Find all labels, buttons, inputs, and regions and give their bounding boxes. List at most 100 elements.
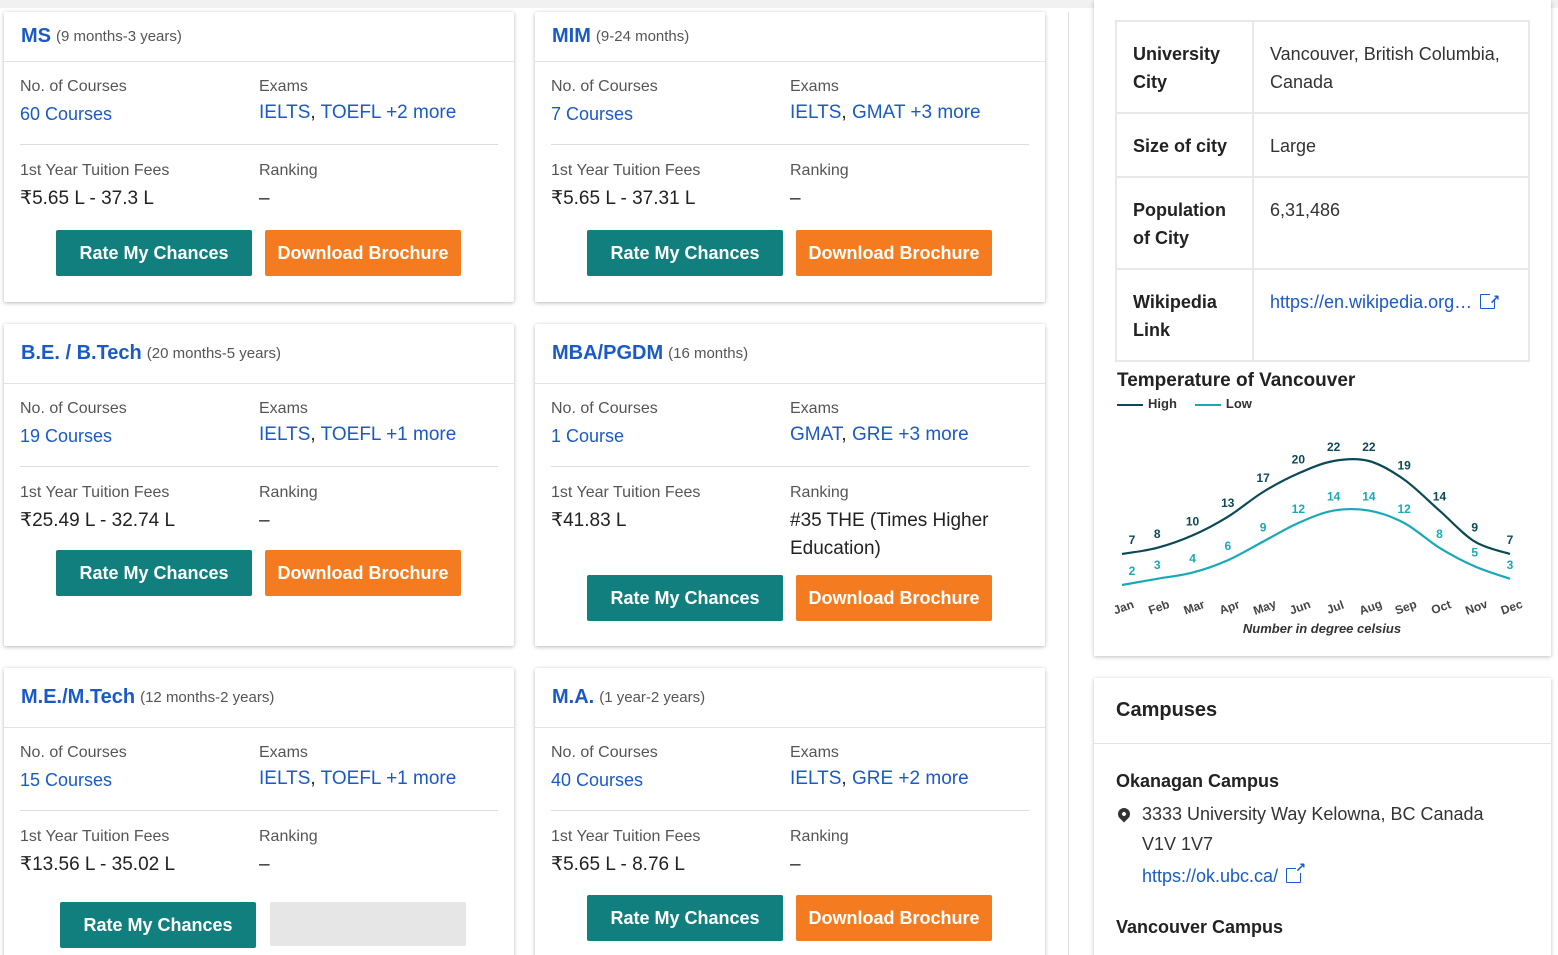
ranking-cell: Ranking – (259, 484, 489, 535)
exam-link[interactable]: IELTS (790, 768, 841, 789)
courses-count-link[interactable]: 60 Courses (20, 104, 127, 125)
courses-count-link[interactable]: 1 Course (551, 426, 658, 447)
exam-link[interactable]: GRE (852, 768, 893, 789)
courses-count-cell: No. of Courses 60 Courses (20, 78, 127, 125)
course-title[interactable]: M.A. (552, 686, 594, 709)
courses-count-link[interactable]: 40 Courses (551, 770, 658, 791)
info-key: Population of City (1115, 176, 1254, 270)
exam-link[interactable]: TOEFL (321, 102, 381, 123)
label-fees: 1st Year Tuition Fees (551, 162, 701, 179)
rate-my-chances-button[interactable]: Rate My Chances (60, 902, 256, 948)
label-exams: Exams (790, 744, 839, 761)
data-label: 2 (1129, 564, 1136, 578)
divider (551, 810, 1029, 811)
campus-url[interactable]: https://ok.ubc.ca/ (1142, 866, 1278, 886)
download-brochure-button[interactable]: Download Brochure (796, 895, 992, 941)
courses-count-link[interactable]: 7 Courses (551, 104, 658, 125)
exam-separator: , (841, 102, 852, 123)
ranking-cell: Ranking – (790, 828, 1020, 879)
label-exams: Exams (259, 744, 308, 761)
label-ranking: Ranking (259, 162, 318, 179)
divider (20, 466, 498, 467)
fees-cell: 1st Year Tuition Fees ₹5.65 L - 8.76 L (551, 828, 700, 876)
divider (20, 810, 498, 811)
data-label: 5 (1471, 545, 1478, 559)
info-key: Wikipedia Link (1115, 268, 1254, 362)
course-duration: (16 months) (668, 345, 749, 362)
ranking-cell: Ranking – (259, 162, 489, 213)
legend-high-swatch (1117, 403, 1143, 406)
more-exams-link[interactable]: +1 more (386, 424, 456, 445)
wikipedia-link[interactable]: https://en.wikipedia.org… (1270, 292, 1472, 312)
more-exams-link[interactable]: +2 more (386, 102, 456, 123)
data-label: 14 (1327, 490, 1341, 504)
data-label: 22 (1327, 440, 1341, 454)
data-label: 17 (1256, 471, 1270, 485)
fees-value: ₹5.65 L - 37.3 L (20, 188, 154, 209)
exam-separator: , (841, 768, 852, 789)
more-exams-link[interactable]: +1 more (386, 768, 456, 789)
course-stats-row: No. of Courses 15 Courses Exams IELTS, T… (20, 744, 498, 794)
exam-link[interactable]: GMAT (790, 424, 841, 445)
exam-link[interactable]: TOEFL (321, 768, 381, 789)
rate-my-chances-button[interactable]: Rate My Chances (56, 230, 252, 276)
rate-my-chances-button[interactable]: Rate My Chances (587, 575, 783, 621)
exam-link[interactable]: TOEFL (321, 424, 381, 445)
course-card-header: MS (9 months-3 years) (4, 12, 514, 62)
legend-low: Low (1194, 396, 1252, 411)
course-fees-row: 1st Year Tuition Fees ₹5.65 L - 37.3 L R… (20, 162, 498, 232)
course-stats-row: No. of Courses 60 Courses Exams IELTS, T… (20, 78, 498, 128)
label-fees: 1st Year Tuition Fees (20, 162, 170, 179)
course-title[interactable]: MS (21, 25, 51, 48)
courses-count-cell: No. of Courses 7 Courses (551, 78, 658, 125)
exam-link[interactable]: IELTS (259, 424, 310, 445)
x-tick-label: Sep (1393, 597, 1418, 618)
courses-count-link[interactable]: 19 Courses (20, 426, 127, 447)
rate-my-chances-button[interactable]: Rate My Chances (587, 895, 783, 941)
divider (20, 144, 498, 145)
external-link-icon[interactable] (1286, 860, 1306, 883)
courses-count-cell: No. of Courses 15 Courses (20, 744, 127, 791)
info-row-wikipedia: Wikipedia Link https://en.wikipedia.org… (1115, 268, 1530, 362)
exam-link[interactable]: GMAT (852, 102, 905, 123)
course-title[interactable]: MIM (552, 25, 591, 48)
chart-legend: High Low (1117, 396, 1252, 411)
course-title[interactable]: B.E. / B.Tech (21, 342, 142, 365)
course-stats-row: No. of Courses 19 Courses Exams IELTS, T… (20, 400, 498, 450)
exam-link[interactable]: GRE (852, 424, 893, 445)
data-label: 20 (1292, 452, 1306, 466)
course-title[interactable]: M.E./M.Tech (21, 686, 135, 709)
data-label: 22 (1362, 440, 1376, 454)
series-line-high (1121, 457, 1511, 556)
exam-separator: , (310, 102, 321, 123)
download-brochure-button[interactable]: Download Brochure (796, 230, 992, 276)
campuses-heading: Campuses (1094, 678, 1551, 744)
rate-my-chances-button[interactable]: Rate My Chances (56, 550, 252, 596)
label-ranking: Ranking (259, 828, 318, 845)
temperature-chart: 7 8 10 13 17 20 22 22 19 14 9 7 2 3 4 6 9 12 14 14 12 8 5 3 Jan F… (1112, 440, 1525, 636)
more-exams-link[interactable]: +3 more (898, 424, 968, 445)
more-exams-link[interactable]: +2 more (898, 768, 968, 789)
rate-my-chances-button[interactable]: Rate My Chances (587, 230, 783, 276)
download-brochure-button[interactable]: Download Brochure (265, 550, 461, 596)
campus-link: https://ok.ubc.ca/ (1142, 860, 1306, 887)
label-no-courses: No. of Courses (551, 400, 658, 417)
label-ranking: Ranking (790, 484, 849, 501)
info-row-population: Population of City 6,31,486 (1115, 176, 1530, 270)
download-brochure-button[interactable]: Download Brochure (796, 575, 992, 621)
courses-count-link[interactable]: 15 Courses (20, 770, 127, 791)
exam-link[interactable]: IELTS (259, 768, 310, 789)
download-brochure-button[interactable]: Download Brochure (265, 230, 461, 276)
label-fees: 1st Year Tuition Fees (551, 484, 701, 501)
exam-link[interactable]: IELTS (259, 102, 310, 123)
label-no-courses: No. of Courses (20, 744, 127, 761)
course-card-header: B.E. / B.Tech (20 months-5 years) (4, 324, 514, 384)
course-title[interactable]: MBA/PGDM (552, 342, 663, 365)
exam-link[interactable]: IELTS (790, 102, 841, 123)
more-exams-link[interactable]: +3 more (910, 102, 980, 123)
exams-cell: Exams IELTS, GRE +2 more (790, 744, 1029, 790)
course-card: MIM (9-24 months) No. of Courses 7 Cours… (535, 12, 1045, 302)
external-link-icon[interactable] (1480, 286, 1500, 314)
course-fees-row: 1st Year Tuition Fees ₹5.65 L - 8.76 L R… (551, 828, 1029, 898)
course-card: MS (9 months-3 years) No. of Courses 60 … (4, 12, 514, 302)
